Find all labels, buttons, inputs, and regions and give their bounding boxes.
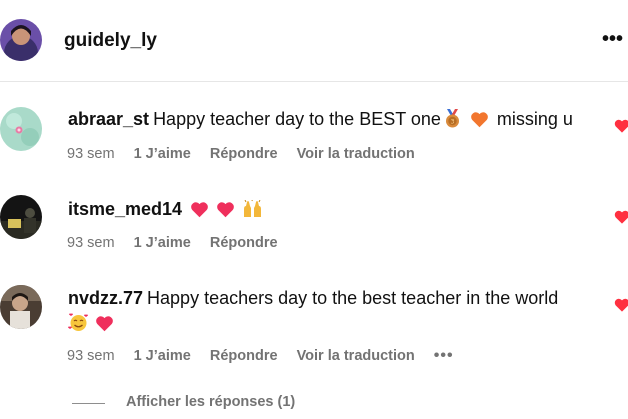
avatar[interactable] [0, 107, 42, 151]
comment-author[interactable]: abraar_st [68, 109, 149, 129]
heart-emoji [95, 314, 114, 339]
translate-button[interactable]: Voir la traduction [297, 146, 415, 162]
like-heart-icon[interactable] [614, 297, 628, 313]
comment-author[interactable]: itsme_med14 [68, 199, 182, 219]
comment-meta: 93 sem 1 J’aime Répondre Voir la traduct… [67, 347, 469, 365]
likes-count[interactable]: 1 J’aime [134, 348, 191, 364]
comment-body: Happy teachers day to the best teacher i… [147, 288, 559, 308]
comment-text: abraar_st Happy teacher day to the BEST o… [68, 107, 598, 135]
comment-body-end: missing u [496, 109, 573, 129]
likes-count[interactable]: 1 J’aime [134, 235, 191, 251]
heart-emoji [216, 200, 235, 225]
comment-time: 93 sem [67, 146, 115, 162]
likes-count[interactable]: 1 J’aime [134, 146, 191, 162]
post-header: guidely_ly ••• [0, 0, 628, 82]
comment: abraar_st Happy teacher day to the BEST o… [0, 100, 628, 170]
comment-body: Happy teacher day to the BEST one [153, 109, 441, 129]
svg-text:3: 3 [451, 119, 455, 126]
comment-meta: 93 sem 1 J’aime Répondre [67, 235, 293, 251]
more-horizontal-icon[interactable]: ••• [602, 29, 623, 49]
post-username[interactable]: guidely_ly [64, 30, 157, 52]
reply-button[interactable]: Répondre [210, 146, 278, 162]
comment-author[interactable]: nvdzz.77 [68, 288, 143, 308]
avatar[interactable] [0, 19, 42, 61]
more-horizontal-icon[interactable]: ••• [434, 347, 454, 364]
smiling-face-with-hearts-emoji [68, 313, 89, 339]
comment-text: nvdzz.77 Happy teachers day to the best t… [68, 286, 598, 339]
divider-line [72, 403, 105, 404]
avatar[interactable] [0, 195, 42, 239]
comment-time: 93 sem [67, 235, 115, 251]
show-replies-label[interactable]: Afficher les réponses (1) [126, 394, 295, 410]
heart-emoji [190, 200, 209, 225]
like-heart-icon[interactable] [614, 209, 628, 225]
comment-text: itsme_med14 [68, 197, 598, 225]
comment: itsme_med14 93 sem 1 J’aime Répondre [0, 190, 628, 251]
comment-time: 93 sem [67, 348, 115, 364]
raised-hands-emoji [242, 198, 263, 225]
like-heart-icon[interactable] [614, 118, 628, 134]
avatar[interactable] [0, 285, 42, 329]
comment: nvdzz.77 Happy teachers day to the best t… [0, 280, 628, 370]
reply-button[interactable]: Répondre [210, 235, 278, 251]
comment-meta: 93 sem 1 J’aime Répondre Voir la traduct… [67, 146, 430, 162]
medal-emoji: 3 [444, 109, 461, 135]
translate-button[interactable]: Voir la traduction [297, 348, 415, 364]
reply-button[interactable]: Répondre [210, 348, 278, 364]
orange-heart-emoji [470, 110, 489, 135]
